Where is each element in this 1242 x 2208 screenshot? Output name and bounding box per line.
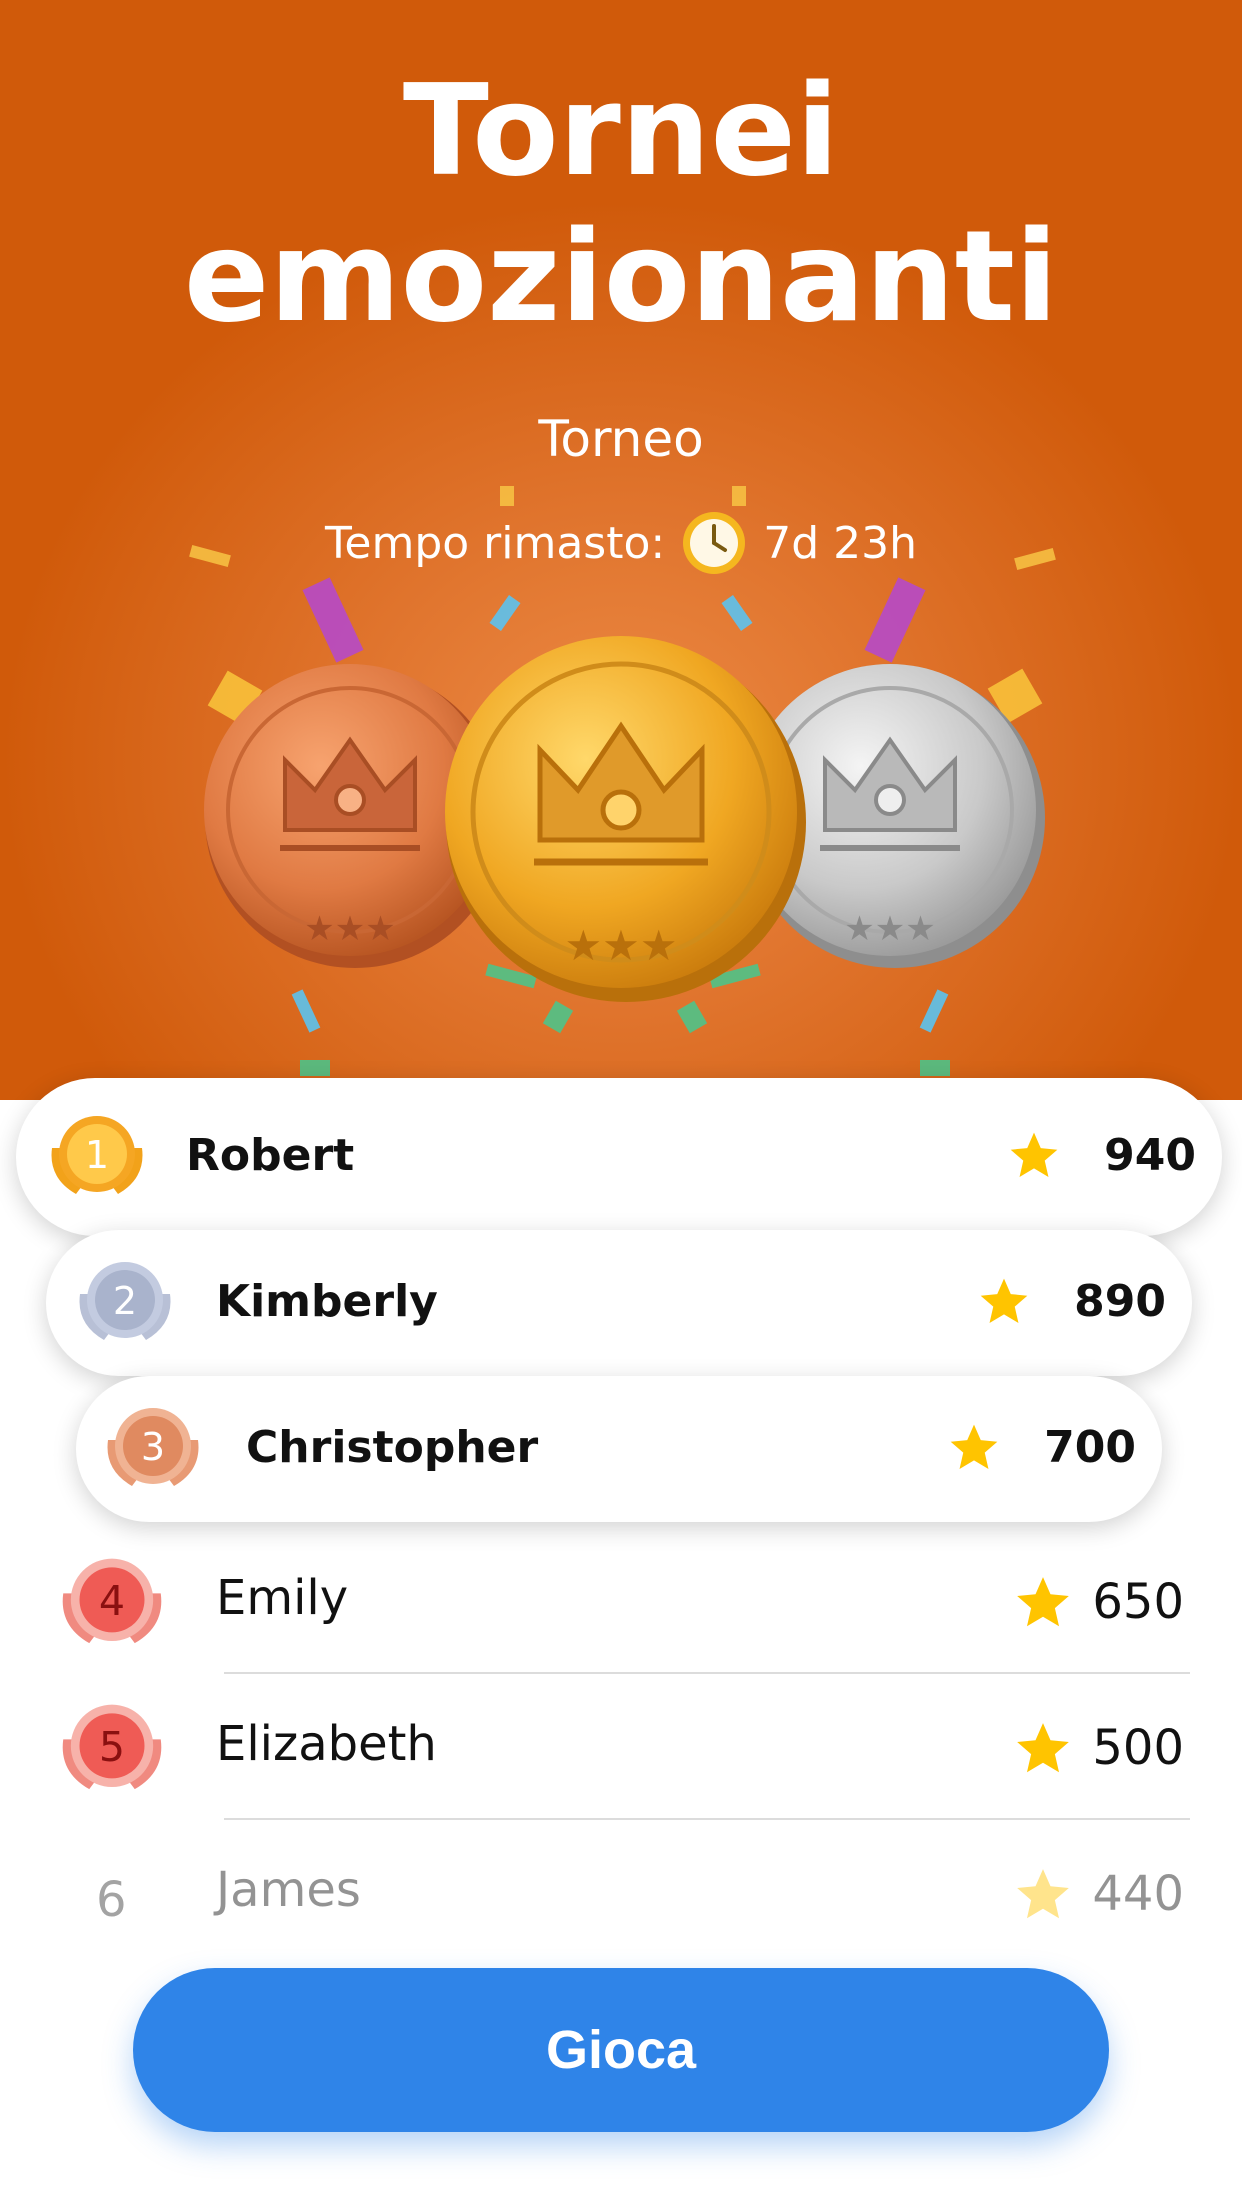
laurel-badge-icon: 2 bbox=[70, 1254, 180, 1354]
svg-text:★★★: ★★★ bbox=[844, 909, 935, 949]
player-score: 890 bbox=[1074, 1276, 1166, 1327]
title-line-2: emozionanti bbox=[183, 203, 1059, 350]
player-name: Kimberly bbox=[216, 1276, 438, 1327]
player-name: Christopher bbox=[246, 1422, 539, 1473]
page-title: Tornei emozionanti bbox=[0, 58, 1242, 350]
player-name: James bbox=[216, 1862, 361, 1918]
gold-medal: ★★★ bbox=[445, 636, 806, 1002]
svg-text:5: 5 bbox=[99, 1723, 125, 1771]
svg-text:2: 2 bbox=[113, 1279, 137, 1323]
player-name: Robert bbox=[186, 1130, 355, 1181]
play-button[interactable]: Gioca bbox=[133, 1968, 1109, 2132]
svg-text:★★★: ★★★ bbox=[565, 921, 678, 970]
star-icon bbox=[946, 1420, 1002, 1480]
hero-banner: ★★★ ★★★ ★★★ Tornei emozionanti Torneo Te… bbox=[0, 0, 1242, 1100]
player-score: 700 bbox=[1044, 1422, 1136, 1473]
player-name: Elizabeth bbox=[216, 1716, 437, 1772]
laurel-badge-icon: 4 bbox=[52, 1550, 172, 1658]
player-score: 500 bbox=[1092, 1720, 1184, 1776]
laurel-badge-icon: 5 bbox=[52, 1696, 172, 1804]
svg-text:4: 4 bbox=[99, 1577, 125, 1625]
player-score: 940 bbox=[1104, 1130, 1196, 1181]
leaderboard-row-6[interactable]: 6 James 440 bbox=[0, 1822, 1242, 1952]
time-remaining: Tempo rimasto: 7d 23h bbox=[0, 508, 1242, 578]
player-score: 650 bbox=[1092, 1574, 1184, 1630]
row-divider bbox=[224, 1818, 1190, 1820]
svg-text:3: 3 bbox=[141, 1425, 165, 1469]
svg-text:★★★: ★★★ bbox=[304, 909, 395, 949]
svg-text:1: 1 bbox=[85, 1133, 109, 1177]
time-remaining-value: 7d 23h bbox=[763, 517, 918, 569]
player-name: Emily bbox=[216, 1570, 349, 1626]
leaderboard-row-5[interactable]: 5 Elizabeth 500 bbox=[0, 1676, 1242, 1822]
time-remaining-label: Tempo rimasto: bbox=[324, 517, 666, 569]
title-line-1: Tornei bbox=[402, 57, 840, 204]
leaderboard-row-4[interactable]: 4 Emily 650 bbox=[0, 1530, 1242, 1676]
tournament-label: Torneo bbox=[538, 410, 704, 468]
leaderboard-row-2[interactable]: 2 Kimberly 890 bbox=[46, 1230, 1192, 1376]
player-score: 440 bbox=[1092, 1866, 1184, 1922]
row-divider bbox=[224, 1672, 1190, 1674]
star-icon bbox=[976, 1274, 1032, 1334]
laurel-badge-icon: 3 bbox=[98, 1400, 208, 1500]
laurel-badge-icon: 1 bbox=[42, 1108, 152, 1208]
leaderboard-row-3[interactable]: 3 Christopher 700 bbox=[76, 1376, 1162, 1522]
leaderboard-row-1[interactable]: 1 Robert 940 bbox=[16, 1078, 1222, 1236]
clock-icon bbox=[681, 510, 747, 576]
rank-number: 6 bbox=[96, 1872, 127, 1928]
star-icon bbox=[1006, 1128, 1062, 1188]
